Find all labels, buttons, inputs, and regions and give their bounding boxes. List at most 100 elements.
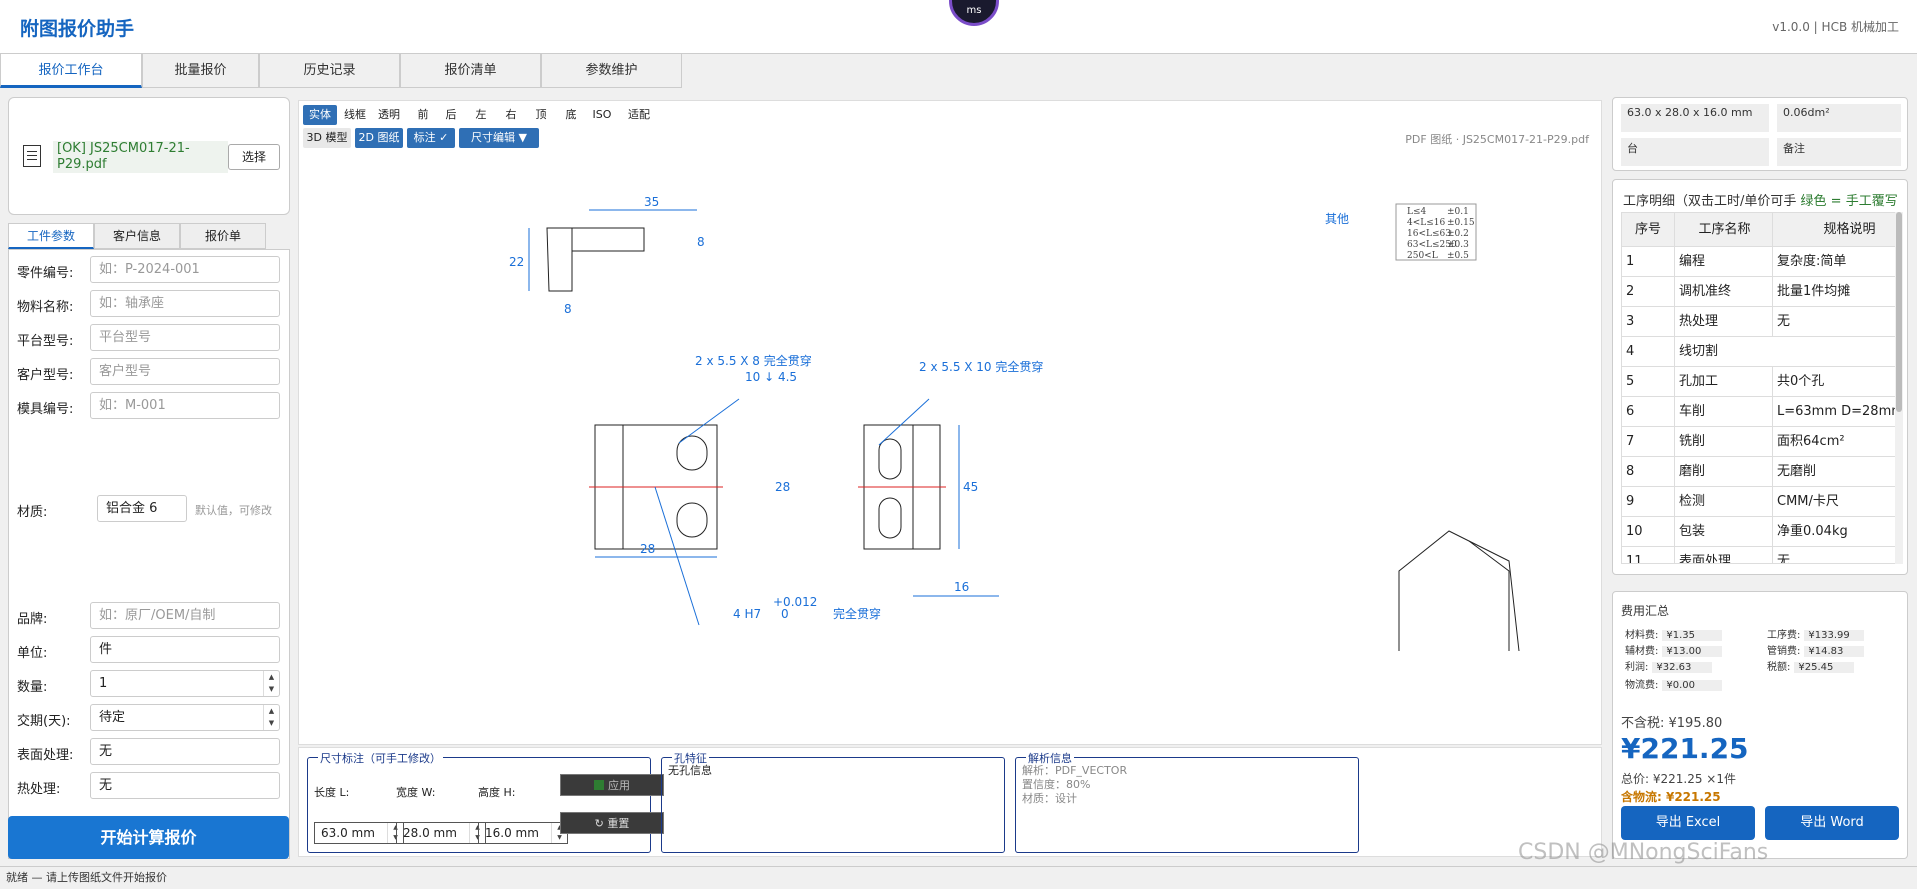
table-row[interactable]: 9 检测 CMM/卡尺 — [1622, 487, 1896, 517]
cost-labor-value: ¥133.99 — [1804, 630, 1865, 641]
table-row[interactable]: 11 表面处理无 — [1622, 547, 1896, 563]
dim-edit-dropdown[interactable]: 尺寸编辑 ▼ — [459, 128, 539, 148]
tab-workbench[interactable]: 报价工作台 — [0, 54, 142, 88]
parse-line-2: 材质：设计 — [1022, 792, 1077, 805]
view-transparent-button[interactable]: 透明 — [373, 105, 405, 125]
quantity-label: 数量: — [17, 680, 48, 695]
customer-model-input[interactable]: 客户型号 — [90, 358, 280, 385]
version-label: v1.0.0 | HCB 机械加工 — [1772, 20, 1899, 34]
start-quote-button[interactable]: 开始计算报价 — [8, 816, 289, 859]
cost-shipping-value: ¥0.00 — [1662, 680, 1723, 691]
quantity-stepper[interactable]: 1 ▲ ▼ — [90, 670, 280, 697]
export-excel-button[interactable]: 导出 Excel — [1621, 806, 1755, 840]
part-no-input[interactable]: 如：P-2024-001 — [90, 256, 280, 283]
technical-drawing: 35 22 8 8 28 45 28 16 2 x 5.5 X 8 完全贯穿 1… — [509, 195, 1520, 652]
view-right-button[interactable]: 右 — [497, 105, 525, 125]
row-spec: CMM/卡尺 — [1772, 487, 1896, 517]
note-1: 10 ↓ 4.5 — [745, 370, 797, 384]
cost-tax-label: 税额: — [1767, 662, 1791, 673]
scrollbar-thumb[interactable] — [1896, 212, 1902, 412]
apply-button[interactable]: 应用 — [560, 774, 664, 796]
subtab-customer[interactable]: 客户信息 — [94, 223, 180, 249]
row-material: 材质: 铝合金 6 默认值，可修改 — [9, 494, 291, 524]
hole-info: 无孔信息 — [668, 764, 712, 777]
quantity-spin-icon[interactable]: ▲ ▼ — [263, 671, 279, 696]
mode-3d-button[interactable]: 3D 模型 — [303, 128, 351, 148]
table-row[interactable]: 2 调机准终 批量1件均摊 — [1622, 277, 1896, 307]
row-no: 7 — [1626, 434, 1635, 449]
tol-range-1: 4<L≤16 — [1407, 218, 1446, 228]
total-with-shipping: 含物流: ¥221.25 — [1621, 790, 1721, 804]
table-row[interactable]: 5 孔加工 共0个孔 — [1622, 367, 1896, 397]
material-input[interactable]: 铝合金 6 — [97, 495, 187, 522]
view-fit-button[interactable]: 适配 — [623, 105, 655, 125]
row-name: 铣削 — [1674, 427, 1770, 457]
cost-profit-value: ¥32.63 — [1652, 662, 1713, 673]
heat-input[interactable]: 无 — [90, 772, 280, 799]
view-bottom-button[interactable]: 底 — [557, 105, 585, 125]
row-brand: 品牌: 如：原厂/OEM/自制 — [9, 601, 291, 631]
platform-model-input[interactable]: 平台型号 — [90, 324, 280, 351]
summary-cell-4: 备注 — [1777, 138, 1901, 166]
material-name-input[interactable]: 如：轴承座 — [90, 290, 280, 317]
delivery-stepper[interactable]: 待定 ▲ ▼ — [90, 704, 280, 731]
view-solid-button[interactable]: 实体 — [303, 105, 337, 125]
table-row[interactable]: 10 包装 净重0.04kg — [1622, 517, 1896, 547]
cost-tax: 税额: ¥25.45 — [1767, 658, 1855, 673]
tab-batch[interactable]: 批量报价 — [142, 54, 259, 88]
no-tax-price: 不含税: ¥195.80 — [1621, 716, 1723, 731]
dimension-panel: 尺寸标注（可手工修改） 长度 L: 宽度 W: 高度 H: 63.0 mm ▲ ▼ … — [307, 750, 664, 853]
dim-text-3: 8 — [564, 302, 572, 316]
top-view — [546, 227, 645, 292]
view-left-button[interactable]: 左 — [467, 105, 495, 125]
view-top-button[interactable]: 顶 — [527, 105, 555, 125]
subtab-quote[interactable]: 报价单 — [180, 223, 266, 249]
export-word-button[interactable]: 导出 Word — [1765, 806, 1899, 840]
surface-input[interactable]: 无 — [90, 738, 280, 765]
process-scrollbar[interactable] — [1895, 212, 1903, 564]
length-stepper[interactable]: 63.0 mm ▲ ▼ — [314, 822, 404, 844]
brand-input[interactable]: 如：原厂/OEM/自制 — [90, 602, 280, 629]
cost-aux: 辅材费: ¥13.00 — [1625, 642, 1723, 657]
table-row[interactable]: 6 车削 L=63mm D=28mm — [1622, 397, 1896, 427]
row-delivery: 交期(天): 待定 ▲ ▼ — [9, 703, 291, 733]
tab-quote-list[interactable]: 报价清单 — [400, 54, 541, 88]
tol-value-3: ±0.3 — [1447, 240, 1469, 250]
mold-no-input[interactable]: 如：M-001 — [90, 392, 280, 419]
drawing-viewer: 实体 线框 透明 前 后 左 右 顶 底 ISO 适配 3D 模型 2D 图纸 … — [298, 100, 1602, 745]
select-file-button[interactable]: 选择 — [228, 144, 280, 170]
dim-text-6: 28 — [640, 542, 655, 556]
tab-params[interactable]: 参数维护 — [541, 54, 682, 88]
table-row[interactable]: 8 磨削 无磨削 — [1622, 457, 1896, 487]
file-name: [OK] JS25CM017-21-P29.pdf — [53, 141, 228, 173]
delivery-spin-icon[interactable]: ▲ ▼ — [263, 705, 279, 730]
cost-labor-label: 工序费: — [1767, 630, 1801, 641]
cost-mgmt: 管销费: ¥14.83 — [1767, 642, 1865, 657]
width-stepper[interactable]: 28.0 mm ▲ ▼ — [396, 822, 486, 844]
reset-button[interactable]: ↻ 重置 — [560, 812, 664, 834]
table-row[interactable]: 4 线切割 — [1622, 337, 1896, 367]
table-row[interactable]: 7 铣削 面积64cm² — [1622, 427, 1896, 457]
unit-input[interactable]: 件 — [90, 636, 280, 663]
mode-2d-button[interactable]: 2D 图纸 — [355, 128, 403, 148]
subtab-part-params[interactable]: 工件参数 — [8, 223, 94, 249]
process-table: 序号 工序名称 规格说明 1 编程 复杂度:简单 2 调机准终 批量1件均摊 3 热处理无 4 线… — [1621, 212, 1897, 564]
sub-tabs: 工件参数 客户信息 报价单 — [8, 223, 266, 249]
row-name: 线切割 — [1674, 337, 1770, 367]
process-panel: 工序明细（双击工时/单价可手 绿色 = 手工覆写 序号 工序名称 规格说明 1 编… — [1612, 179, 1908, 575]
table-row[interactable]: 3 热处理无 — [1622, 307, 1896, 337]
final-price: ¥221.25 — [1621, 732, 1749, 765]
view-front-button[interactable]: 前 — [411, 105, 435, 125]
view-iso-button[interactable]: ISO — [587, 105, 617, 125]
tol-range-4: 250<L — [1407, 251, 1438, 261]
cost-tax-value: ¥25.45 — [1794, 662, 1855, 673]
annotation-toggle[interactable]: 标注 ✓ — [407, 128, 455, 148]
dim-text-0: 35 — [644, 195, 659, 209]
dim-text-2: 8 — [697, 235, 705, 249]
tab-history[interactable]: 历史记录 — [259, 54, 400, 88]
table-row[interactable]: 1 编程 复杂度:简单 — [1622, 247, 1896, 277]
note-7: 其他 — [1325, 212, 1349, 226]
view-back-button[interactable]: 后 — [437, 105, 465, 125]
view-wireframe-button[interactable]: 线框 — [339, 105, 371, 125]
height-stepper[interactable]: 16.0 mm▲▼ — [478, 822, 568, 844]
